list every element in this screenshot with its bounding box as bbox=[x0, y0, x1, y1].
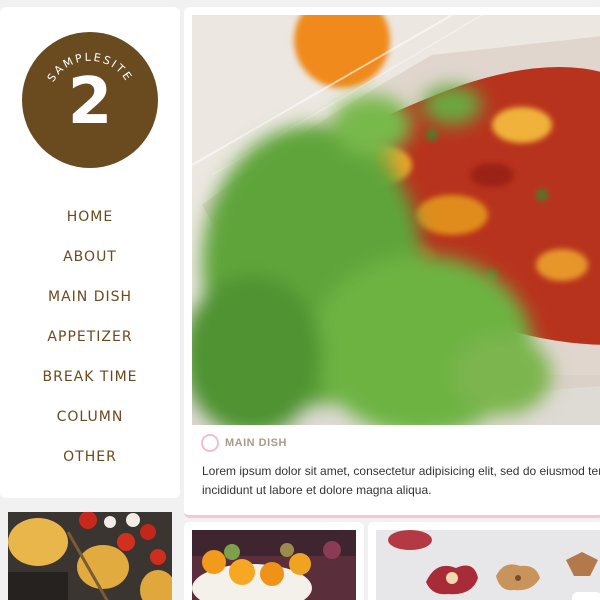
site-logo[interactable]: SAMPLESITE 2 bbox=[22, 32, 158, 168]
logo-number: 2 bbox=[67, 65, 113, 139]
category-circle-icon bbox=[201, 434, 219, 452]
nav-item-column[interactable]: COLUMN bbox=[0, 403, 180, 443]
post-category[interactable]: MAIN DISH bbox=[201, 433, 287, 453]
featured-photo[interactable] bbox=[192, 15, 600, 425]
thumbnail-cookies-image bbox=[376, 530, 600, 600]
nav-item-main-dish[interactable]: MAIN DISH bbox=[0, 283, 180, 323]
nav-item-break-time[interactable]: BREAK TIME bbox=[0, 363, 180, 403]
nav-item-appetizer[interactable]: APPETIZER bbox=[0, 323, 180, 363]
main-nav: HOME ABOUT MAIN DISH APPETIZER BREAK TIM… bbox=[0, 203, 180, 483]
thumbnail-cookies[interactable] bbox=[376, 530, 600, 600]
featured-photo-illustration bbox=[192, 15, 600, 425]
post-excerpt: Lorem ipsum dolor sit amet, consectetur … bbox=[202, 464, 600, 497]
thumbnail-fruit-image bbox=[192, 530, 356, 600]
thumbnail-pasta-image bbox=[8, 512, 172, 600]
nav-item-about[interactable]: ABOUT bbox=[0, 243, 180, 283]
nav-item-home[interactable]: HOME bbox=[0, 203, 180, 243]
thumbnail-fruit[interactable] bbox=[192, 530, 356, 600]
nav-item-other[interactable]: OTHER bbox=[0, 443, 180, 483]
featured-post-card[interactable]: MAIN DISH Lorem ipsum dolor sit amet, co… bbox=[184, 7, 600, 518]
category-label: MAIN DISH bbox=[225, 437, 287, 449]
sidebar: SAMPLESITE 2 HOME ABOUT MAIN DISH APPETI… bbox=[0, 7, 180, 498]
thumbnail-pasta[interactable] bbox=[8, 512, 172, 600]
